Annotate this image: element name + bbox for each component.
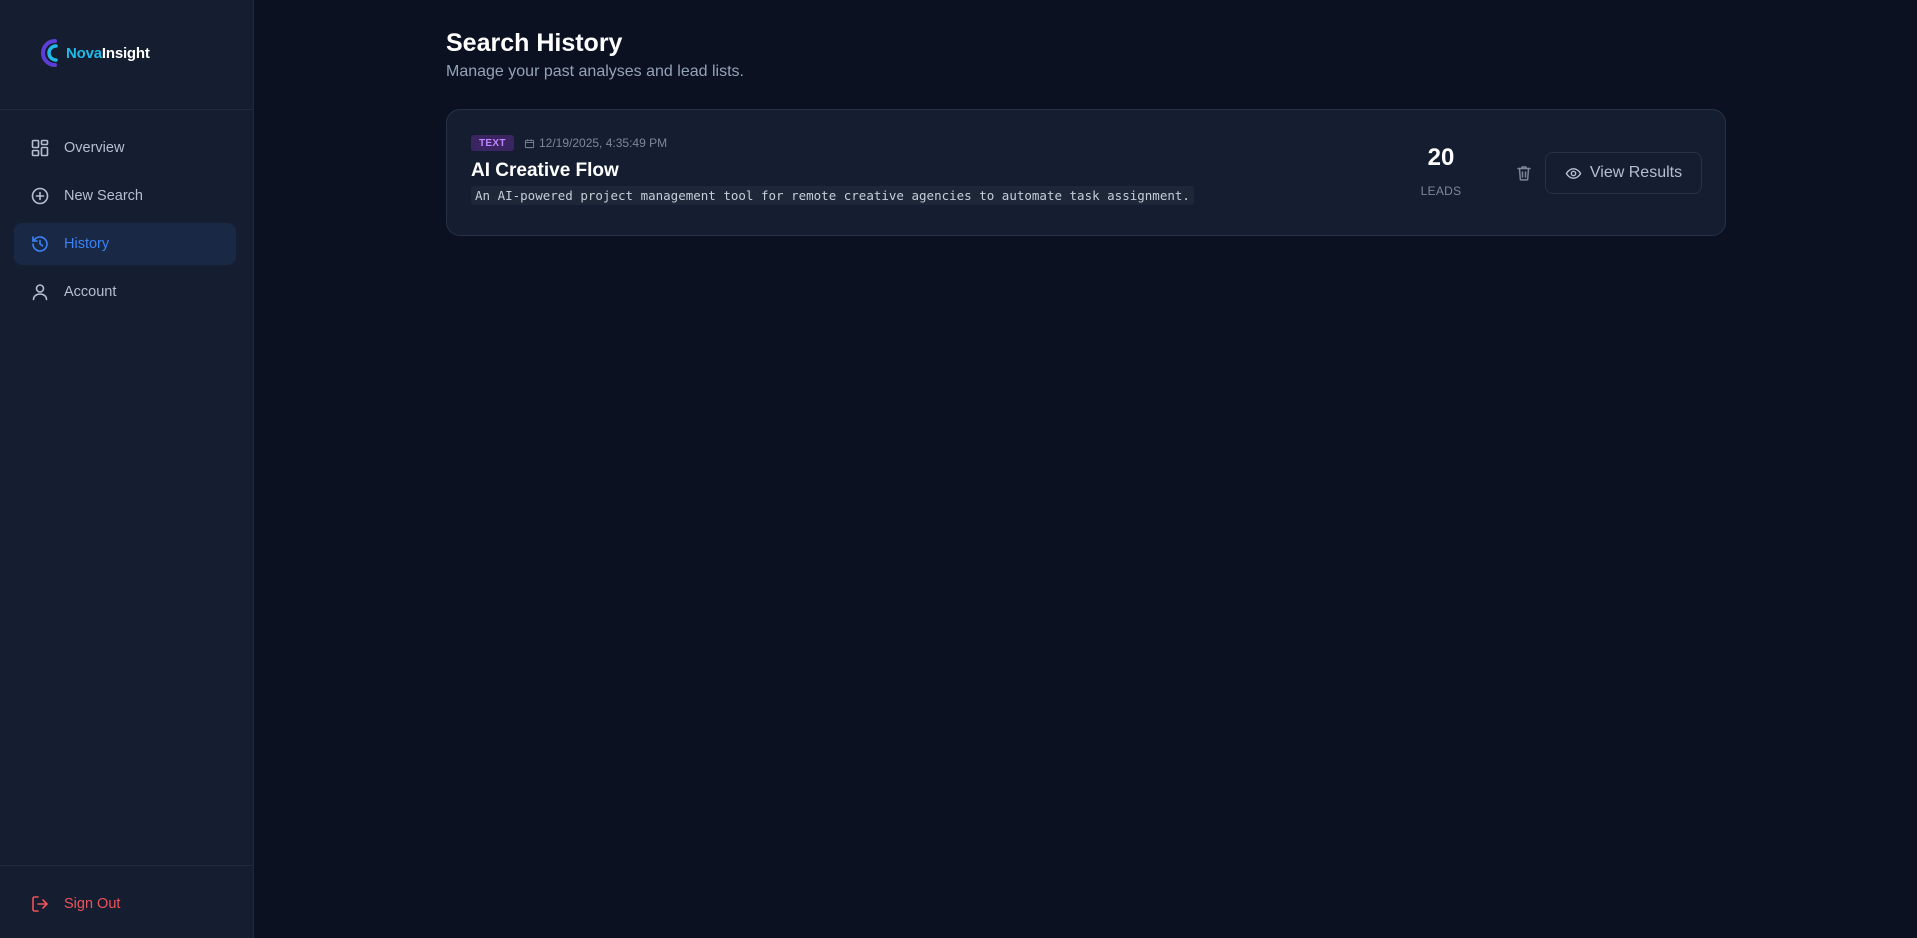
card-title: AI Creative Flow [471, 160, 619, 181]
history-icon [30, 234, 50, 254]
logo-text-insight: Insight [101, 44, 150, 62]
date-stamp: 12/19/2025, 4:35:49 PM [524, 136, 667, 150]
view-results-label: View Results [1589, 164, 1683, 181]
page-title: Search History [446, 29, 623, 57]
calendar-icon [524, 138, 535, 148]
sidebar-item-history[interactable]: History [14, 223, 236, 265]
sidebar-item-label: Account [64, 284, 117, 300]
logo[interactable]: NovaInsight [40, 36, 150, 70]
leads-label: LEADS [1420, 184, 1462, 198]
type-badge: TEXT [471, 135, 514, 151]
card-description: An AI-powered project management tool fo… [471, 186, 1194, 205]
plus-circle-icon [30, 186, 50, 206]
page-subtitle: Manage your past analyses and lead lists… [446, 63, 744, 80]
sidebar-item-label: History [64, 236, 110, 252]
layout-grid-icon [30, 138, 50, 158]
logo-text-nova: Nova [66, 44, 102, 62]
sidebar-divider [0, 109, 254, 110]
eye-icon [1565, 167, 1582, 179]
view-results-button[interactable]: View Results [1545, 152, 1702, 194]
logo-mark-icon [41, 39, 58, 67]
sidebar-item-overview[interactable]: Overview [14, 127, 236, 169]
trash-icon [1517, 166, 1531, 181]
logo-text: NovaInsight [66, 45, 150, 62]
sidebar-item-account[interactable]: Account [14, 271, 236, 313]
leads-count: 20 [1427, 144, 1455, 171]
logout-icon [30, 894, 50, 914]
sidebar-item-label: Overview [64, 140, 125, 156]
delete-button[interactable] [1511, 160, 1537, 186]
sidebar-item-label: New Search [64, 188, 143, 204]
sidebar-item-new-search[interactable]: New Search [14, 175, 236, 217]
sign-out-label: Sign Out [64, 896, 121, 912]
user-icon [30, 282, 50, 302]
sign-out-button[interactable]: Sign Out [14, 883, 236, 925]
sidebar-divider [0, 865, 254, 866]
date-text: 12/19/2025, 4:35:49 PM [539, 136, 668, 150]
sidebar: NovaInsight Overview New Search History … [0, 0, 254, 938]
history-card: TEXT 12/19/2025, 4:35:49 PM AI Creative … [446, 109, 1726, 236]
